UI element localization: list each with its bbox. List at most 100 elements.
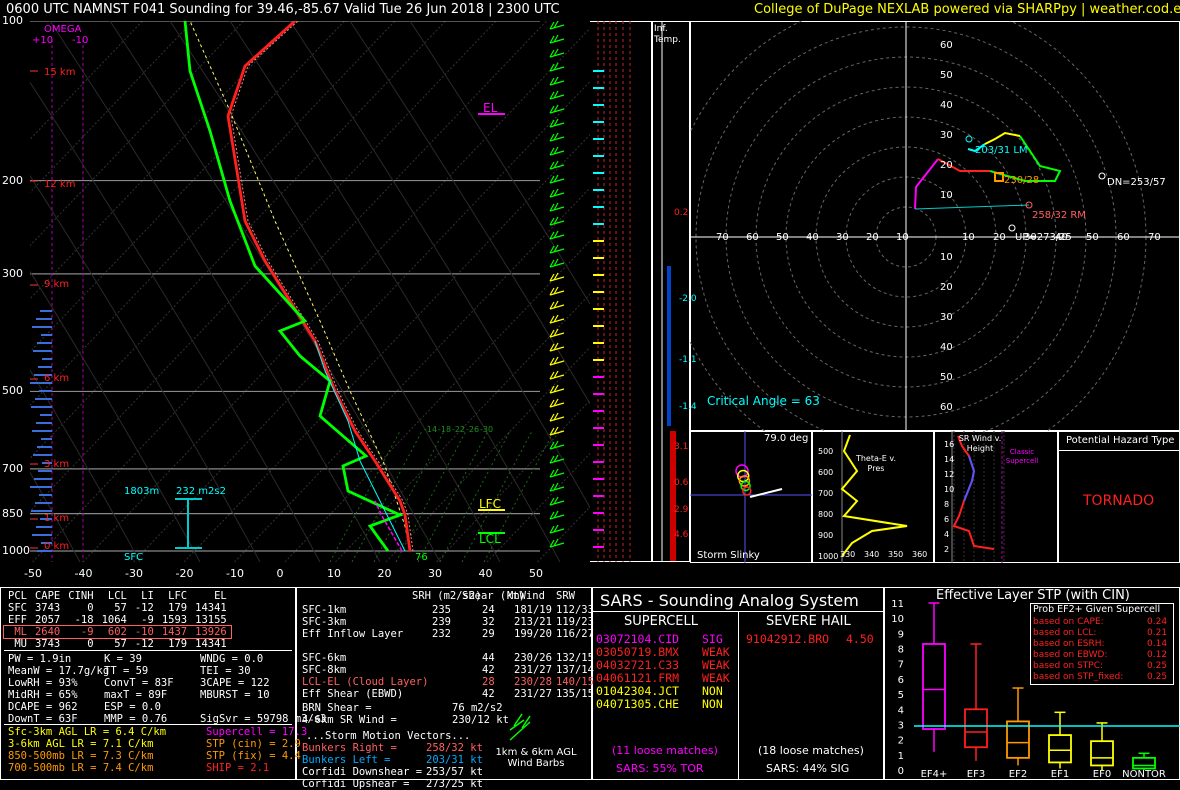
sr-height-label: 2 — [944, 545, 950, 554]
prob-value: 0.21 — [1147, 628, 1168, 638]
parcel-header: EL — [214, 590, 227, 602]
kin-cell: 213/21 — [514, 616, 552, 628]
sars-hail-title: SEVERE HAIL — [766, 614, 851, 629]
hodo-ring-label-bottom: 30 — [940, 312, 953, 323]
thermo-index: ConvT = 83F — [104, 677, 174, 689]
composite-index: STP (fix) = 4.4 — [206, 750, 301, 762]
thermo-index: TT = 59 — [104, 665, 149, 677]
sr-wind-profile-upper — [963, 455, 976, 502]
sars-hail-size: 4.50 — [846, 632, 874, 646]
omega-left: +10 — [32, 35, 54, 46]
parcel-header: LFC — [168, 590, 188, 602]
sounding-title: 0600 UTC NAMNST F041 Sounding for 39.46,… — [6, 2, 560, 17]
height-label: 3 km — [44, 459, 70, 470]
hodo-lm-marker — [965, 135, 973, 143]
thermo-index: MeanW = 17.7g/kg — [8, 665, 110, 677]
hodo-x-label-left: 30 — [836, 232, 849, 243]
sars-supercell-match: 04032721.C33 — [596, 658, 680, 672]
height-label: 9 km — [44, 279, 70, 290]
kin-cell: 235 — [432, 604, 451, 616]
theta-pres-label: 500 — [818, 447, 834, 456]
omega-title: OMEGA — [44, 24, 82, 35]
eff-layer-depth: 1803m — [124, 486, 160, 497]
kin-cell: 181/19 — [514, 604, 552, 616]
temp-label: 30 — [428, 567, 442, 580]
height-label: 6 km — [44, 373, 70, 384]
hodo-ring-label-top: 20 — [940, 160, 953, 171]
stp-y-label: 10 — [891, 614, 904, 625]
brn-shear-label: BRN Shear = — [302, 702, 372, 714]
parcel-cell: -10 — [134, 626, 154, 638]
stp-y-label: 11 — [891, 600, 904, 610]
lapse-rate: Sfc-3km AGL LR = 6.4 C/km — [8, 726, 167, 738]
lapse-rate: 3-6km AGL LR = 7.1 C/km — [8, 738, 154, 750]
sars-supercell-match: 04061121.FRM — [596, 671, 680, 685]
hodo-ring — [690, 21, 1147, 431]
sars-supercell-class: WEAK — [702, 645, 730, 659]
kin-cell: 44 — [482, 652, 495, 664]
hodo-trace-low — [914, 158, 939, 210]
hodo-x-label-right: 70 — [1148, 232, 1161, 243]
thermo-index: MBURST = 10 — [200, 689, 270, 701]
kin-cell: SFC-3km — [302, 616, 347, 628]
slinky-title: Storm Slinky — [697, 550, 760, 561]
composite-index: SHIP = 2.1 — [206, 762, 270, 774]
lapse-rate: 700-500mb LR = 7.4 C/km — [8, 762, 154, 774]
skewt-plot — [30, 21, 590, 562]
parcel-cell: 57 — [114, 638, 127, 650]
kin-cell: 119/23 — [556, 616, 594, 628]
kin-cell: 231/27 — [514, 688, 552, 700]
hodo-dn-marker — [1098, 172, 1106, 180]
temp-label: -10 — [226, 567, 244, 580]
temp-label: 10 — [327, 567, 341, 580]
hodo-ring-label-bottom: 50 — [940, 372, 953, 383]
composite-index: STP (cin) = 2.9 — [206, 738, 301, 750]
parcel-cell: -12 — [134, 638, 154, 650]
hodo-x-label-left: 50 — [776, 232, 789, 243]
prob-value: 0.12 — [1147, 650, 1168, 660]
stp-category-label: EF2 — [1009, 769, 1027, 780]
kin-cell: LCL-EL (Cloud Layer) — [302, 676, 429, 688]
stp-y-label: 0 — [898, 766, 904, 777]
hodo-ring-label-top: 10 — [940, 190, 953, 201]
hodo-up-marker — [1008, 224, 1016, 232]
hazard-title: Potential Hazard Type — [1066, 435, 1175, 446]
prob-value: 0.25 — [1147, 661, 1168, 671]
hodo-ring-label-top: 40 — [940, 100, 953, 111]
thermo-index: ESP = 0.0 — [104, 701, 161, 713]
parcel-cell: 179 — [168, 602, 188, 614]
parcel-cell: 3743 — [34, 638, 61, 650]
stp-box-NONTOR — [1132, 756, 1156, 770]
sars-hail-loose: (18 loose matches) — [758, 744, 864, 757]
thermo-index: MidRH = 65% — [8, 689, 78, 701]
hail-isotherm-label: -14 — [424, 425, 438, 434]
hail-isotherm-label: -22 — [452, 425, 466, 434]
thermo-index: TEI = 30 — [200, 665, 251, 677]
stp-y-label: 4 — [898, 705, 904, 716]
sars-supercell-class: WEAK — [702, 671, 730, 685]
theta-e-title: Theta-E v. Pres — [855, 454, 897, 473]
theta-pres-label: 800 — [818, 510, 834, 519]
inftemp-value: 2.9 — [674, 505, 689, 515]
hodo-x-label-left: 60 — [746, 232, 759, 243]
sars-title: SARS - Sounding Analog System — [600, 591, 859, 610]
prob-value: 0.24 — [1147, 617, 1168, 627]
hodo-shear-vector — [914, 204, 1030, 210]
parcel-cell: -18 — [74, 614, 94, 626]
hodo-x-label-left: 40 — [806, 232, 819, 243]
hodo-ring-label-bottom: 20 — [940, 282, 953, 293]
inftemp-title-1: Inf. — [654, 24, 668, 34]
sars-supercell-match: 03050719.BMX — [596, 645, 680, 659]
kin-cell: 137/14 — [556, 664, 594, 676]
hodo-trace-top — [984, 131, 1021, 145]
stp-category-label: EF0 — [1093, 769, 1111, 780]
prob-label: based on STP_fixed: — [1033, 672, 1124, 682]
kin-cell: 232 — [432, 628, 451, 640]
kin-cell: 116/27 — [556, 628, 594, 640]
prob-value: 0.25 — [1147, 672, 1168, 682]
slinky-vector — [749, 488, 783, 498]
sars-hail-match: 91042912.BRO — [746, 632, 830, 646]
parcel-cell: 1593 — [161, 614, 188, 626]
sr-height-label: 14 — [944, 455, 955, 464]
stp-y-label: 9 — [898, 629, 904, 640]
